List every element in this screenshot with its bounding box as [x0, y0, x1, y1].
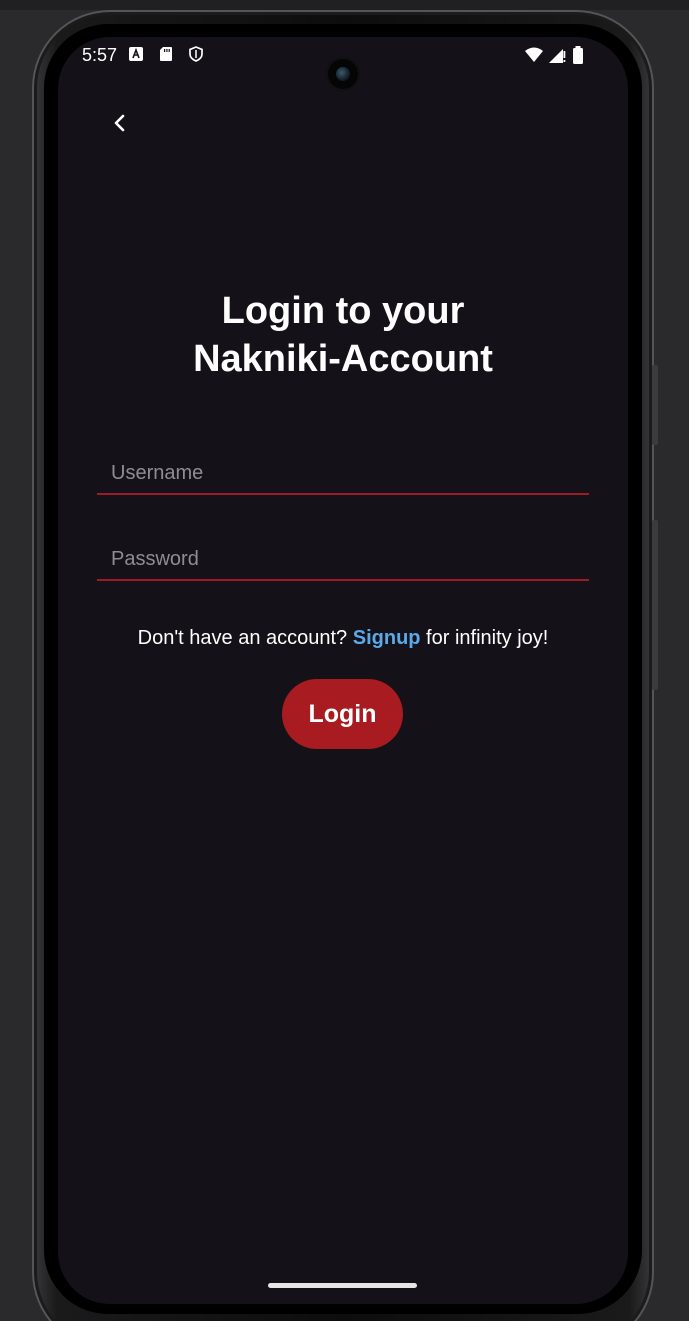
device-stage: 5:57 Login to your Nakniki-Account Usern…: [0, 0, 689, 1321]
accessibility-a-icon: [128, 46, 146, 64]
title-line-1: Login to your: [221, 290, 465, 332]
signup-link[interactable]: Signup: [353, 627, 421, 649]
status-icons-left: [128, 46, 206, 64]
home-indicator[interactable]: [268, 1283, 417, 1288]
signup-suffix: for infinity joy!: [420, 627, 549, 649]
wifi-icon: [524, 46, 543, 64]
sd-card-icon: [158, 46, 176, 64]
username-field: [97, 453, 589, 495]
signup-prefix: Don't have an account?: [137, 627, 353, 649]
cellular-signal-icon: [548, 46, 566, 64]
username-input[interactable]: [109, 457, 583, 489]
chevron-left-icon: [112, 114, 128, 137]
battery-icon: [572, 46, 590, 64]
status-time: 5:57: [82, 45, 118, 65]
password-input[interactable]: [109, 543, 583, 575]
status-icons-right: [524, 46, 590, 64]
window-top-strip: [0, 0, 689, 10]
signup-prompt: Don't have an account? Signup for infini…: [58, 627, 628, 650]
front-camera: [326, 57, 360, 91]
power-button[interactable]: [652, 365, 658, 445]
page-title: Login to your Nakniki-Account: [58, 287, 628, 383]
volume-button[interactable]: [652, 520, 658, 690]
shield-icon: [188, 46, 206, 64]
login-button[interactable]: Login: [282, 679, 403, 749]
title-line-2: Nakniki-Account: [193, 338, 493, 380]
password-field: [97, 539, 589, 581]
back-button[interactable]: [98, 103, 142, 147]
phone-screen: 5:57 Login to your Nakniki-Account Usern…: [58, 37, 628, 1304]
